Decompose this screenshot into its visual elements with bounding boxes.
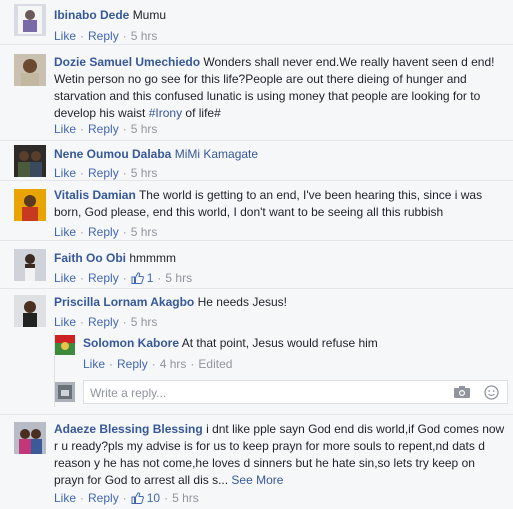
divider <box>0 240 513 241</box>
timestamp[interactable]: 5 hrs <box>131 122 158 136</box>
tagged-user-link[interactable]: MiMi Kamagate <box>175 147 258 161</box>
reply-button[interactable]: Reply <box>88 166 119 180</box>
reply-input[interactable]: Write a reply... <box>83 380 508 404</box>
commenter-name[interactable]: Priscilla Lornam Akagbo <box>54 295 194 309</box>
comment-text: Mumu <box>132 8 167 22</box>
commenter-name[interactable]: Faith Oo Obi <box>54 251 126 265</box>
comment-text-after: of life# <box>182 106 221 120</box>
thumbs-up-icon <box>131 272 144 284</box>
commenter-name[interactable]: Solomon Kabore <box>83 336 179 350</box>
avatar[interactable] <box>14 249 46 281</box>
commenter-name[interactable]: Dozie Samuel Umechiedo <box>54 55 200 69</box>
like-button[interactable]: Like <box>54 315 76 329</box>
divider <box>0 140 513 141</box>
likes-count-value: 10 <box>146 491 161 505</box>
hashtag-link[interactable]: #Irony <box>149 106 182 120</box>
likes-count[interactable]: 10 <box>131 491 160 505</box>
see-more-link[interactable]: See More <box>231 473 283 487</box>
thumbs-up-icon <box>131 492 144 504</box>
avatar[interactable] <box>14 145 46 177</box>
comment-text: At that point, Jesus would refuse him <box>181 336 378 350</box>
like-button[interactable]: Like <box>54 29 76 43</box>
timestamp[interactable]: 5 hrs <box>165 271 192 285</box>
reply-button[interactable]: Reply <box>88 225 119 239</box>
emoji-icon[interactable] <box>484 385 499 400</box>
divider <box>0 288 513 289</box>
timestamp[interactable]: 5 hrs <box>131 166 158 180</box>
current-user-avatar <box>55 382 75 402</box>
reply-button[interactable]: Reply <box>88 271 119 285</box>
timestamp[interactable]: 5 hrs <box>131 315 158 329</box>
reply-button[interactable]: Reply <box>88 491 119 505</box>
like-button[interactable]: Like <box>54 122 76 136</box>
like-button[interactable]: Like <box>54 166 76 180</box>
commenter-name[interactable]: Ibinabo Dede <box>54 8 129 22</box>
like-button[interactable]: Like <box>83 357 105 371</box>
avatar[interactable] <box>55 335 75 355</box>
reply-input-placeholder: Write a reply... <box>90 386 167 400</box>
comment-text: He needs Jesus! <box>197 295 287 309</box>
edited-label[interactable]: Edited <box>198 357 232 371</box>
divider <box>0 44 513 45</box>
likes-count[interactable]: 1 <box>131 271 153 285</box>
camera-icon[interactable] <box>453 385 471 399</box>
timestamp[interactable]: 5 hrs <box>131 225 158 239</box>
reply-button[interactable]: Reply <box>88 315 119 329</box>
timestamp[interactable]: 5 hrs <box>131 29 158 43</box>
divider <box>0 180 513 181</box>
timestamp[interactable]: 4 hrs <box>160 357 187 371</box>
commenter-name[interactable]: Adaeze Blessing Blessing <box>54 422 203 436</box>
comment-text: hmmmm <box>129 251 177 265</box>
avatar[interactable] <box>14 189 46 221</box>
like-button[interactable]: Like <box>54 225 76 239</box>
avatar[interactable] <box>14 295 46 327</box>
avatar[interactable] <box>14 4 46 36</box>
divider <box>0 414 513 415</box>
like-button[interactable]: Like <box>54 491 76 505</box>
commenter-name[interactable]: Nene Oumou Dalaba <box>54 147 171 161</box>
reply-button[interactable]: Reply <box>117 357 148 371</box>
avatar[interactable] <box>14 54 46 86</box>
timestamp[interactable]: 5 hrs <box>172 491 199 505</box>
avatar[interactable] <box>14 422 46 454</box>
commenter-name[interactable]: Vitalis Damian <box>54 188 136 202</box>
reply-button[interactable]: Reply <box>88 29 119 43</box>
like-button[interactable]: Like <box>54 271 76 285</box>
reply-button[interactable]: Reply <box>88 122 119 136</box>
